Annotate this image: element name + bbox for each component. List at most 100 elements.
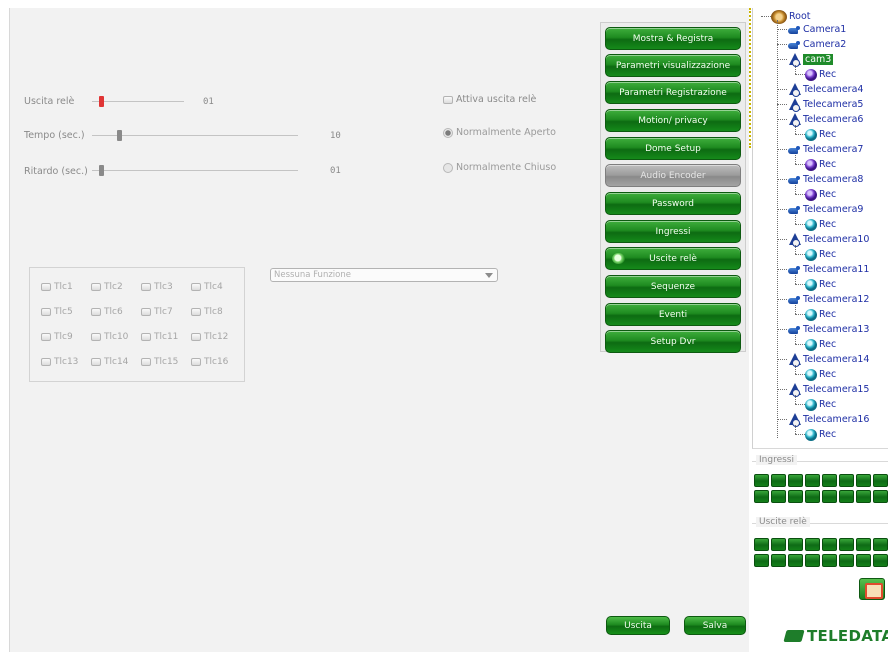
tree-rec-node[interactable]: Rec bbox=[805, 307, 836, 322]
checkbox-box[interactable] bbox=[91, 332, 101, 341]
tree-camera-node[interactable]: Telecamera7 bbox=[787, 142, 863, 157]
menu-button[interactable]: Dome Setup bbox=[605, 137, 741, 160]
menu-button[interactable]: Sequenze bbox=[605, 275, 741, 298]
tree-rec-node[interactable]: Rec bbox=[805, 427, 836, 442]
tlc-checkbox[interactable]: Tlc5 bbox=[41, 303, 91, 320]
status-led bbox=[856, 538, 871, 551]
tree-rec-node[interactable]: Rec bbox=[805, 247, 836, 262]
tree-camera-node[interactable]: Telecamera12 bbox=[787, 292, 869, 307]
tree-rec-node[interactable]: Rec bbox=[805, 217, 836, 232]
tlc-checkbox[interactable]: Tlc16 bbox=[191, 353, 241, 370]
checkbox-box[interactable] bbox=[141, 307, 151, 316]
tree-camera-node[interactable]: Telecamera10 bbox=[787, 232, 869, 247]
menu-button[interactable]: Mostra & Registra bbox=[605, 27, 741, 50]
tree-camera-node[interactable]: Telecamera15 bbox=[787, 382, 869, 397]
tree-camera-node[interactable]: Telecamera11 bbox=[787, 262, 869, 277]
checkbox-box[interactable] bbox=[141, 282, 151, 291]
checkbox-box[interactable] bbox=[191, 307, 201, 316]
ritardo-slider-thumb[interactable] bbox=[99, 165, 104, 176]
status-led bbox=[839, 474, 854, 487]
tree-camera-node[interactable]: Telecamera6 bbox=[787, 112, 863, 127]
tree-camera-node[interactable]: Telecamera8 bbox=[787, 172, 863, 187]
relay-panel-icon[interactable] bbox=[859, 578, 885, 600]
menu-button[interactable]: Eventi bbox=[605, 303, 741, 326]
checkbox-box[interactable] bbox=[191, 357, 201, 366]
checkbox-box[interactable] bbox=[41, 332, 51, 341]
checkbox-box[interactable] bbox=[191, 332, 201, 341]
checkbox-box[interactable] bbox=[91, 282, 101, 291]
tree-rec-node[interactable]: Rec bbox=[805, 337, 836, 352]
tree-camera-node[interactable]: Telecamera14 bbox=[787, 352, 869, 367]
checkbox-box[interactable] bbox=[41, 282, 51, 291]
tlc-checkbox[interactable]: Tlc4 bbox=[191, 278, 241, 295]
status-led bbox=[754, 554, 769, 567]
menu-button[interactable]: Password bbox=[605, 192, 741, 215]
menu-button[interactable]: Parametri Registrazione bbox=[605, 81, 741, 104]
menu-button[interactable]: Setup Dvr bbox=[605, 330, 741, 353]
save-button[interactable]: Salva bbox=[684, 616, 746, 635]
tlc-checkbox[interactable]: Tlc6 bbox=[91, 303, 141, 320]
status-led bbox=[822, 474, 837, 487]
tlc-checkbox[interactable]: Tlc9 bbox=[41, 328, 91, 345]
checkbox-box[interactable] bbox=[91, 307, 101, 316]
tlc-checkbox[interactable]: Tlc3 bbox=[141, 278, 191, 295]
tree-rec-node[interactable]: Rec bbox=[805, 187, 836, 202]
tree-rec-node[interactable]: Rec bbox=[805, 67, 836, 82]
tempo-slider-thumb[interactable] bbox=[117, 130, 122, 141]
checkbox-box[interactable] bbox=[141, 332, 151, 341]
tree-camera-node[interactable]: Camera1 bbox=[787, 22, 846, 37]
menu-button[interactable]: Parametri visualizzazione bbox=[605, 54, 741, 77]
status-led bbox=[805, 474, 820, 487]
tlc-checkbox[interactable]: Tlc1 bbox=[41, 278, 91, 295]
tempo-slider-track[interactable] bbox=[92, 135, 298, 136]
record-icon bbox=[805, 308, 817, 321]
function-select[interactable]: Nessuna Funzione bbox=[270, 268, 498, 282]
exit-button[interactable]: Uscita bbox=[606, 616, 670, 635]
tlc-checkbox[interactable]: Tlc15 bbox=[141, 353, 191, 370]
attiva-uscita-checkbox[interactable]: Attiva uscita relè bbox=[443, 94, 536, 105]
checkbox-box[interactable] bbox=[91, 357, 101, 366]
checkbox-box[interactable] bbox=[141, 357, 151, 366]
tree-camera-node[interactable]: Camera2 bbox=[787, 37, 846, 52]
tree-camera-node[interactable]: Telecamera5 bbox=[787, 97, 863, 112]
tlc-checkbox[interactable]: Tlc2 bbox=[91, 278, 141, 295]
tlc-checkbox[interactable]: Tlc7 bbox=[141, 303, 191, 320]
menu-button-label: Sequenze bbox=[650, 282, 696, 292]
tlc-checkbox[interactable]: Tlc13 bbox=[41, 353, 91, 370]
tree-root-label: Root bbox=[789, 11, 811, 22]
tree-camera-node[interactable]: Telecamera16 bbox=[787, 412, 869, 427]
tlc-checkbox[interactable]: Tlc8 bbox=[191, 303, 241, 320]
normalmente-aperto-radio[interactable]: Normalmente Aperto bbox=[443, 127, 556, 138]
tlc-checkbox[interactable]: Tlc12 bbox=[191, 328, 241, 345]
ritardo-slider-track[interactable] bbox=[92, 170, 298, 171]
uscita-rele-slider-thumb[interactable] bbox=[99, 96, 104, 107]
tree-camera-node[interactable]: cam3 bbox=[787, 52, 834, 67]
checkbox-box[interactable] bbox=[41, 307, 51, 316]
tlc-checkbox[interactable]: Tlc10 bbox=[91, 328, 141, 345]
checkbox-box[interactable] bbox=[443, 95, 453, 104]
radio-selected-icon[interactable] bbox=[443, 127, 453, 138]
menu-button[interactable]: Motion/ privacy bbox=[605, 109, 741, 132]
tree-camera-node[interactable]: Telecamera4 bbox=[787, 82, 863, 97]
tree-rec-node[interactable]: Rec bbox=[805, 367, 836, 382]
uscita-rele-slider-track[interactable] bbox=[92, 101, 184, 102]
tree-rec-node[interactable]: Rec bbox=[805, 277, 836, 292]
tree-rec-node[interactable]: Rec bbox=[805, 397, 836, 412]
radio-unselected-icon[interactable] bbox=[443, 162, 453, 173]
checkbox-box[interactable] bbox=[41, 357, 51, 366]
tlc-checkbox[interactable]: Tlc14 bbox=[91, 353, 141, 370]
menu-button[interactable]: Ingressi bbox=[605, 220, 741, 243]
tree-camera-node[interactable]: Telecamera9 bbox=[787, 202, 863, 217]
tree-connector bbox=[777, 119, 787, 120]
tree-camera-node[interactable]: Telecamera13 bbox=[787, 322, 869, 337]
checkbox-box[interactable] bbox=[191, 282, 201, 291]
menu-button[interactable]: Uscite relè bbox=[605, 247, 741, 270]
tlc-checkbox[interactable]: Tlc11 bbox=[141, 328, 191, 345]
normalmente-chiuso-radio[interactable]: Normalmente Chiuso bbox=[443, 162, 556, 173]
tlc-grid: Tlc1 Tlc2 Tlc3 Tlc4 Tlc5 Tlc6 Tlc7 Tlc8 Tlc9 Tlc1… bbox=[41, 278, 241, 370]
chevron-down-icon[interactable] bbox=[485, 273, 493, 278]
tree-camera-label: Telecamera9 bbox=[803, 204, 864, 215]
dome-camera-icon bbox=[787, 412, 801, 427]
tree-rec-node[interactable]: Rec bbox=[805, 157, 836, 172]
tree-rec-node[interactable]: Rec bbox=[805, 127, 836, 142]
